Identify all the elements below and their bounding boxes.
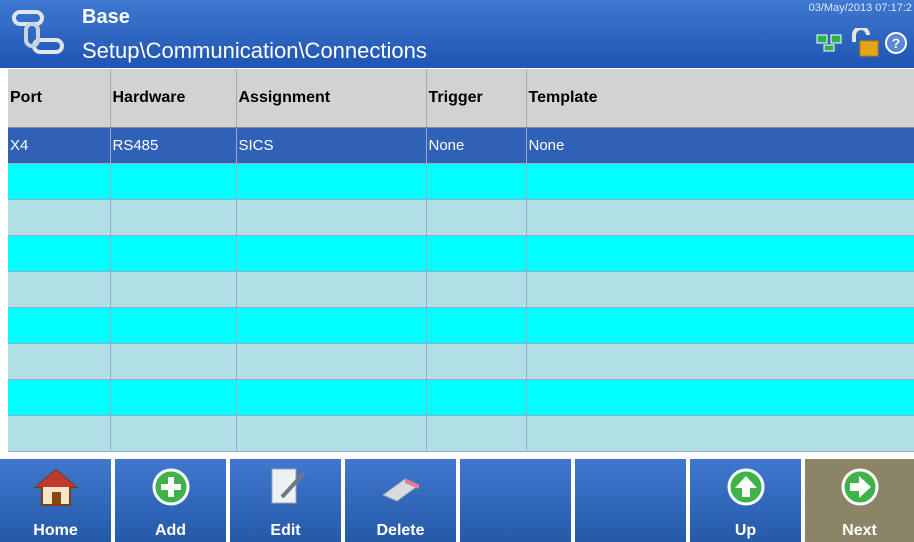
title-bar: Base Setup\Communication\Connections 03/… [0, 0, 914, 68]
table-row[interactable] [8, 163, 914, 200]
table-header: Port Hardware Assignment Trigger Templat… [8, 69, 914, 128]
table-row[interactable] [8, 379, 914, 416]
cell-port: X4 [8, 127, 111, 164]
table-row[interactable] [8, 235, 914, 272]
breadcrumb: Setup\Communication\Connections [82, 38, 427, 63]
cell-assignment: SICS [236, 127, 427, 164]
home-button[interactable]: Home [0, 459, 111, 542]
add-button[interactable]: Add [115, 459, 226, 542]
next-button[interactable]: Next [805, 459, 914, 542]
arrow-right-icon [841, 468, 878, 506]
help-icon[interactable]: ? [884, 31, 908, 55]
table-row[interactable] [8, 343, 914, 380]
softkey-empty-5[interactable] [460, 459, 571, 542]
home-icon [33, 468, 78, 506]
eraser-icon [381, 478, 420, 502]
up-button[interactable]: Up [690, 459, 801, 542]
delete-button[interactable]: Delete [345, 459, 456, 542]
cell-trigger: None [426, 127, 527, 164]
cell-hardware: RS485 [110, 127, 237, 164]
cell-template: None [526, 127, 914, 164]
add-icon [152, 468, 189, 506]
home-label: Home [33, 522, 78, 539]
svg-text:?: ? [892, 35, 901, 51]
softkey-bar: Home Add Edit Delete Up Next [0, 459, 914, 542]
column-header-trigger[interactable]: Trigger [426, 69, 527, 128]
up-label: Up [734, 522, 757, 539]
column-header-hardware[interactable]: Hardware [110, 69, 237, 128]
table-row[interactable]: X4 RS485 SICS None None [8, 127, 914, 164]
table-row[interactable] [8, 271, 914, 308]
softkey-empty-6[interactable] [575, 459, 686, 542]
column-header-template[interactable]: Template [526, 69, 914, 128]
arrow-up-icon [727, 468, 764, 506]
unlock-icon[interactable] [848, 28, 880, 58]
column-header-port[interactable]: Port [8, 69, 111, 128]
page-title: Base [82, 6, 130, 28]
datetime-display: 03/May/2013 07:17:2 [808, 2, 912, 14]
table-row[interactable] [8, 415, 914, 452]
chain-link-icon [12, 10, 64, 54]
table-row[interactable] [8, 307, 914, 344]
network-icon [816, 34, 842, 52]
column-header-assignment[interactable]: Assignment [236, 69, 427, 128]
table-row[interactable] [8, 199, 914, 236]
edit-label: Edit [270, 522, 301, 539]
next-label: Next [842, 522, 877, 539]
connections-table: Port Hardware Assignment Trigger Templat… [8, 69, 914, 456]
edit-button[interactable]: Edit [230, 459, 341, 542]
add-label: Add [154, 522, 187, 539]
delete-label: Delete [376, 522, 425, 539]
edit-icon [271, 468, 305, 504]
